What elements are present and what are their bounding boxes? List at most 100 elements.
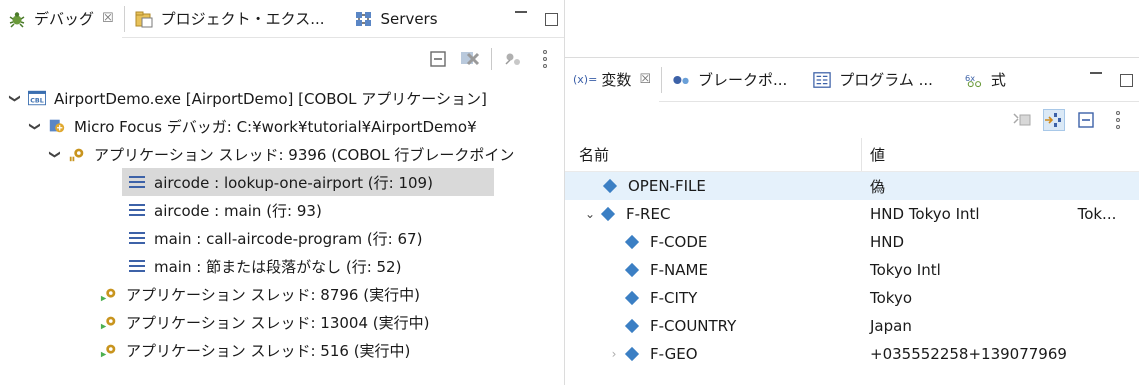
connect-icon[interactable]	[502, 48, 524, 70]
variables-icon: (x)=	[573, 73, 598, 86]
tree-item-label: aircode : main (行: 93)	[154, 201, 322, 220]
stack-frame-row[interactable]: aircode : lookup-one-airport (行: 109)	[122, 168, 494, 196]
variable-name: F-COUNTRY	[650, 317, 737, 335]
show-logical-structure-icon[interactable]	[1043, 109, 1065, 131]
debug-view: デバッグ ☒ プロジェクト・エクス... Servers ❯ CBL Airpo…	[0, 0, 565, 385]
debug-bug-icon	[8, 10, 26, 28]
tab-project-explorer[interactable]: プロジェクト・エクス...	[127, 0, 333, 38]
variables-window-controls	[1090, 58, 1133, 102]
tab-project-explorer-label: プロジェクト・エクス...	[160, 10, 325, 28]
chevron-down-icon[interactable]: ❯	[9, 91, 22, 105]
variable-name: OPEN-FILE	[628, 177, 706, 195]
tab-variables-label: 変数	[601, 71, 632, 89]
toolbar-separator	[491, 48, 492, 70]
thread-suspended-icon	[68, 145, 86, 163]
variable-value: 偽	[870, 177, 886, 196]
tree-item-thread[interactable]: アプリケーション スレッド: 516 (実行中)	[100, 336, 410, 364]
tab-program[interactable]: プログラム ...	[805, 58, 941, 102]
show-type-names-icon[interactable]	[1011, 109, 1033, 131]
variable-value-cell: +035552258+139077969	[861, 345, 1139, 363]
stack-frame-icon	[128, 173, 146, 191]
variables-toolbar	[565, 102, 1139, 138]
remove-terminated-icon[interactable]	[459, 48, 481, 70]
variable-icon	[624, 234, 640, 250]
close-icon[interactable]: ☒	[102, 11, 114, 26]
variable-name: F-GEO	[650, 345, 698, 363]
tree-item-label: アプリケーション スレッド: 13004 (実行中)	[126, 313, 430, 332]
tree-item-label: アプリケーション スレッド: 8796 (実行中)	[126, 285, 420, 304]
variable-value-cell: Tokyo	[861, 289, 1139, 307]
close-icon[interactable]: ☒	[639, 72, 651, 87]
program-icon	[813, 71, 832, 89]
tree-item-label: aircode : lookup-one-airport (行: 109)	[154, 173, 433, 192]
variable-value: HND	[870, 233, 905, 251]
tree-item-thread[interactable]: アプリケーション スレッド: 13004 (実行中)	[100, 308, 429, 336]
collapse-all-icon[interactable]	[1075, 109, 1097, 131]
tree-item-debugger[interactable]: ❯ Micro Focus デバッガ: C:¥work¥tutorial¥Air…	[28, 112, 477, 140]
chevron-down-icon[interactable]: ⌄	[583, 207, 597, 221]
chevron-right-icon[interactable]: ›	[607, 347, 621, 361]
stack-frame-row[interactable]: main : call-aircode-program (行: 67)	[128, 224, 422, 252]
variable-icon	[624, 346, 640, 362]
tab-servers[interactable]: Servers	[347, 0, 446, 38]
view-menu-icon[interactable]	[1107, 109, 1129, 131]
variable-icon	[624, 262, 640, 278]
view-menu-icon[interactable]	[534, 48, 556, 70]
tree-item-label: アプリケーション スレッド: 9396 (COBOL 行ブレークポイン	[94, 145, 515, 164]
table-row[interactable]: OPEN-FILE 偽	[565, 172, 1139, 200]
thread-running-icon	[100, 313, 118, 331]
variable-name-cell: F-NAME	[565, 261, 861, 279]
tab-debug-label: デバッグ	[34, 10, 95, 28]
table-row[interactable]: F-CODE HND	[565, 228, 1139, 256]
tree-item-launch[interactable]: ❯ CBL AirportDemo.exe [AirportDemo] [COB…	[8, 84, 487, 112]
breakpoints-icon	[672, 71, 690, 89]
collapse-all-icon[interactable]	[427, 48, 449, 70]
tree-item-label: main : 節または段落がなし (行: 52)	[154, 257, 402, 276]
debug-toolbar	[0, 38, 564, 80]
variable-value-cell: HND Tokyo Intl Tok...	[861, 205, 1139, 223]
debugger-icon	[48, 117, 66, 135]
variable-icon	[602, 178, 618, 194]
variable-name: F-CODE	[650, 233, 708, 251]
tree-item-label: AirportDemo.exe [AirportDemo] [COBOL アプリ…	[54, 89, 487, 108]
variable-icon	[600, 206, 616, 222]
chevron-down-icon[interactable]: ❯	[29, 119, 42, 133]
stack-frame-icon	[128, 229, 146, 247]
tab-expressions[interactable]: 6x 式	[957, 58, 1014, 102]
tab-variables[interactable]: (x)= 変数 ☒	[565, 58, 659, 102]
stack-frame-row[interactable]: main : 節または段落がなし (行: 52)	[128, 252, 401, 280]
variables-tabbar: (x)= 変数 ☒ ブレークポ... プログラム ... 6x 式	[565, 58, 1139, 102]
variable-value-cell: Tokyo Intl	[861, 261, 1139, 279]
tree-item-thread[interactable]: ❯ アプリケーション スレッド: 9396 (COBOL 行ブレークポイン	[48, 140, 515, 168]
variable-name: F-CITY	[650, 289, 698, 307]
column-header-value[interactable]: 値	[862, 144, 1139, 165]
minimize-icon[interactable]	[515, 11, 527, 13]
maximize-icon[interactable]	[545, 12, 558, 26]
variable-name: F-NAME	[650, 261, 708, 279]
maximize-icon[interactable]	[1120, 73, 1133, 87]
variable-name: F-REC	[626, 205, 671, 223]
variable-icon	[624, 318, 640, 334]
tab-program-label: プログラム ...	[839, 71, 933, 89]
tab-servers-label: Servers	[380, 9, 438, 28]
table-row[interactable]: F-CITY Tokyo	[565, 284, 1139, 312]
table-row[interactable]: F-COUNTRY Japan	[565, 312, 1139, 340]
table-row[interactable]: › F-GEO +035552258+139077969	[565, 340, 1139, 368]
tree-item-thread[interactable]: アプリケーション スレッド: 8796 (実行中)	[100, 280, 420, 308]
minimize-icon[interactable]	[1090, 72, 1102, 74]
column-header-name[interactable]: 名前	[565, 144, 861, 165]
tab-breakpoints-label: ブレークポ...	[697, 71, 788, 89]
table-row[interactable]: F-NAME Tokyo Intl	[565, 256, 1139, 284]
tab-breakpoints[interactable]: ブレークポ...	[664, 58, 795, 102]
table-header: 名前 値	[565, 138, 1139, 172]
tree-item-label: Micro Focus デバッガ: C:¥work¥tutorial¥Airpo…	[74, 117, 477, 136]
thread-running-icon	[100, 285, 118, 303]
chevron-down-icon[interactable]: ❯	[49, 147, 62, 161]
tree-item-label: main : call-aircode-program (行: 67)	[154, 229, 423, 248]
tab-debug[interactable]: デバッグ ☒	[0, 0, 122, 38]
debug-window-controls	[515, 0, 558, 38]
stack-frame-row[interactable]: aircode : main (行: 93)	[128, 196, 322, 224]
table-row[interactable]: ⌄ F-REC HND Tokyo Intl Tok...	[565, 200, 1139, 228]
tab-expressions-label: 式	[990, 71, 1006, 89]
stack-frame-icon	[128, 257, 146, 275]
